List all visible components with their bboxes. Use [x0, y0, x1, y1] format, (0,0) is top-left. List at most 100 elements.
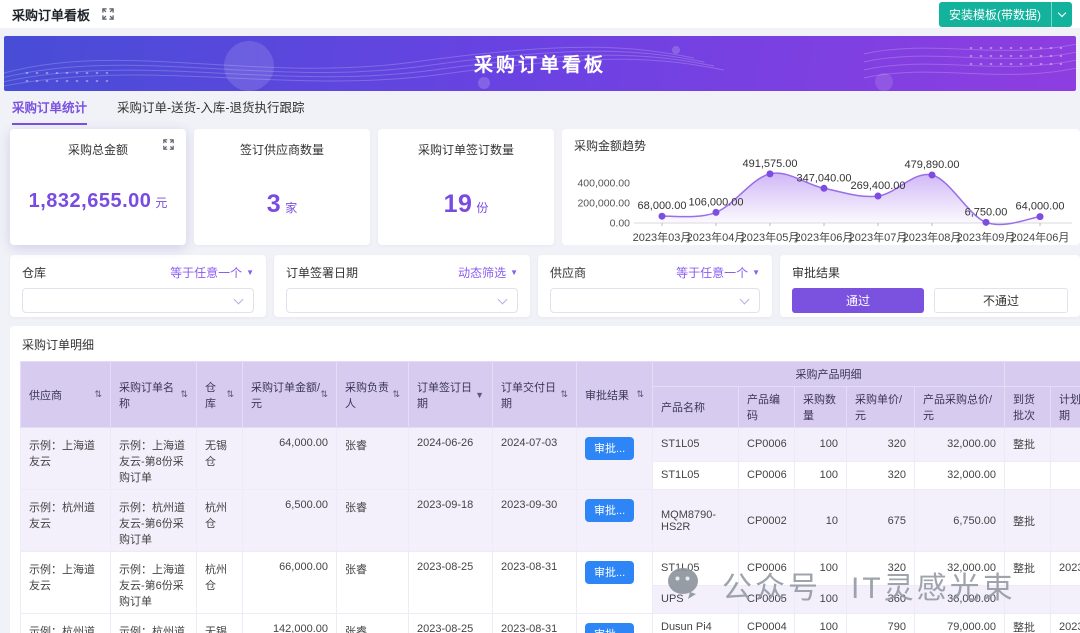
plan-date-cell: 2023-08-28	[1051, 552, 1080, 586]
approve-button[interactable]: 审批...	[585, 623, 634, 633]
sort-icon: ⇅	[94, 389, 102, 400]
approval-cell: 审批...	[577, 428, 653, 490]
svg-text:347,040.00: 347,040.00	[796, 172, 851, 184]
approval-cell: 审批...	[577, 490, 653, 552]
plan-date-cell	[1051, 461, 1080, 489]
sort-desc-icon: ▼	[475, 390, 484, 400]
chevron-down-icon	[498, 294, 508, 304]
product-qty-cell: 10	[795, 490, 847, 552]
svg-text:200,000.00: 200,000.00	[577, 198, 630, 210]
col-group-product-detail: 采购产品明细	[653, 362, 1005, 387]
svg-text:2023年08月: 2023年08月	[903, 230, 962, 244]
supplier-cell: 示例：杭州道友云	[21, 490, 111, 552]
product-qty-cell: 100	[795, 614, 847, 633]
svg-text:64,000.00: 64,000.00	[1016, 201, 1065, 213]
warehouse-cell: 杭州仓	[197, 552, 243, 614]
table-row: 示例：杭州道友云示例：杭州道友云-第5份采购订单无锡仓142,000.00张睿2…	[21, 614, 1080, 633]
table-row: 示例：上海道友云示例：上海道友云-第6份采购订单杭州仓66,000.00张睿20…	[21, 552, 1080, 586]
product-name-cell: ST1L05	[653, 461, 739, 489]
table-row: 示例：上海道友云示例：上海道友云-第8份采购订单无锡仓64,000.00张睿20…	[21, 428, 1080, 462]
stat-value: 19份	[390, 190, 542, 219]
sign-date-select[interactable]	[286, 288, 518, 313]
stat-value: 1,832,655.00元	[22, 190, 174, 213]
chevron-down-icon	[1058, 8, 1066, 16]
order-detail-card: 采购订单明细 供应商⇅ 采购订单名称⇅ 仓库⇅ 采购订单金额/元⇅ 采购负责人⇅…	[10, 326, 1080, 633]
product-price-cell: 320	[847, 428, 915, 462]
supplier-select[interactable]	[550, 288, 760, 313]
warehouse-cell: 无锡仓	[197, 614, 243, 633]
filter-operator[interactable]: 等于任意一个▼	[676, 264, 760, 281]
filter-approval-result: 审批结果 通过 不通过	[780, 255, 1080, 317]
install-template-dropdown[interactable]	[1051, 2, 1072, 27]
order-name-cell: 示例：杭州道友云-第6份采购订单	[111, 490, 197, 552]
deliver-date-cell: 2023-09-30	[493, 490, 577, 552]
filter-operator[interactable]: 等于任意一个▼	[170, 264, 254, 281]
warehouse-cell: 杭州仓	[197, 490, 243, 552]
svg-text:2023年03月: 2023年03月	[633, 230, 692, 244]
sort-icon: ⇅	[320, 389, 328, 400]
col-header-approval[interactable]: 审批结果⇅	[577, 362, 653, 428]
warehouse-select[interactable]	[22, 288, 254, 313]
install-template-button[interactable]: 安装模板(带数据)	[939, 2, 1051, 27]
svg-text:491,575.00: 491,575.00	[742, 158, 797, 170]
approval-fail-button[interactable]: 不通过	[934, 288, 1068, 313]
trend-area-chart: 0.00200,000.00400,000.002023年03月2023年04月…	[574, 153, 1074, 245]
owner-cell: 张睿	[337, 552, 409, 614]
tab-bar: 采购订单统计 采购订单-送货-入库-退货执行跟踪	[0, 91, 1080, 125]
col-header-supplier[interactable]: 供应商⇅	[21, 362, 111, 428]
filter-label: 审批结果	[792, 264, 840, 281]
approval-cell: 审批...	[577, 552, 653, 614]
filter-supplier: 供应商 等于任意一个▼	[538, 255, 772, 317]
batch-cell	[1005, 585, 1051, 613]
approval-pass-button[interactable]: 通过	[792, 288, 924, 313]
approve-button[interactable]: 审批...	[585, 499, 634, 522]
product-code-cell: CP0006	[739, 461, 795, 489]
svg-text:2023年06月: 2023年06月	[795, 230, 854, 244]
col-header-product-qty: 采购数量	[795, 387, 847, 428]
col-header-sign-date[interactable]: 订单签订日期▼	[409, 362, 493, 428]
product-price-cell: 320	[847, 461, 915, 489]
product-name-cell: ST1L05	[653, 552, 739, 586]
fullscreen-icon[interactable]	[163, 139, 175, 151]
stats-row: 采购总金额 1,832,655.00元 签订供应商数量 3家 采购订单签订数量 …	[10, 129, 1080, 245]
approve-button[interactable]: 审批...	[585, 437, 634, 460]
col-header-owner[interactable]: 采购负责人⇅	[337, 362, 409, 428]
product-total-cell: 36,000.00	[915, 585, 1005, 613]
amount-cell: 66,000.00	[243, 552, 337, 614]
trend-chart-card: 采购金额趋势 0.00200,000.00400,000.002023年03月2…	[562, 129, 1080, 245]
stat-card-order-count: 采购订单签订数量 19份	[378, 129, 554, 245]
approval-cell: 审批...	[577, 614, 653, 633]
col-header-order-name[interactable]: 采购订单名称⇅	[111, 362, 197, 428]
approve-button[interactable]: 审批...	[585, 561, 634, 584]
product-code-cell: CP0005	[739, 585, 795, 613]
supplier-cell: 示例：上海道友云	[21, 552, 111, 614]
amount-cell: 142,000.00	[243, 614, 337, 633]
tab-order-statistics[interactable]: 采购订单统计	[12, 89, 87, 125]
caret-down-icon: ▼	[510, 268, 518, 277]
filter-operator[interactable]: 动态筛选▼	[458, 264, 518, 281]
product-code-cell: CP0004	[739, 614, 795, 633]
filter-sign-date: 订单签署日期 动态筛选▼	[274, 255, 530, 317]
fullscreen-icon[interactable]	[102, 8, 114, 20]
svg-text:106,000.00: 106,000.00	[688, 196, 743, 208]
chevron-down-icon	[234, 294, 244, 304]
sort-icon: ⇅	[392, 389, 400, 400]
col-header-amount[interactable]: 采购订单金额/元⇅	[243, 362, 337, 428]
stat-label: 采购订单签订数量	[390, 141, 542, 158]
product-qty-cell: 100	[795, 428, 847, 462]
page-title: 采购订单看板	[12, 5, 90, 24]
product-total-cell: 6,750.00	[915, 490, 1005, 552]
col-header-deliver-date[interactable]: 订单交付日期⇅	[493, 362, 577, 428]
col-header-product-name: 产品名称	[653, 387, 739, 428]
tab-order-tracking[interactable]: 采购订单-送货-入库-退货执行跟踪	[117, 89, 305, 125]
product-name-cell: UPS	[653, 585, 739, 613]
product-code-cell: CP0006	[739, 428, 795, 462]
product-total-cell: 32,000.00	[915, 552, 1005, 586]
col-header-warehouse[interactable]: 仓库⇅	[197, 362, 243, 428]
stat-card-total-amount: 采购总金额 1,832,655.00元	[10, 129, 186, 245]
plan-date-cell	[1051, 428, 1080, 462]
product-qty-cell: 100	[795, 552, 847, 586]
chevron-down-icon	[740, 294, 750, 304]
sort-icon: ⇅	[636, 389, 644, 400]
dashboard-banner: 采购订单看板	[4, 36, 1076, 91]
